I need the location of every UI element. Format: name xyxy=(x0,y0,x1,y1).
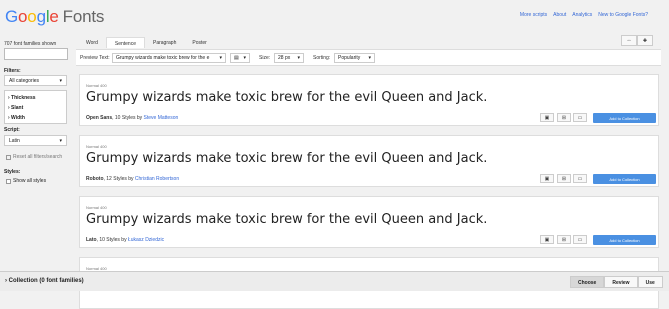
show-all-checkbox[interactable] xyxy=(6,178,11,184)
logo-letter: G xyxy=(5,7,19,26)
collection-steps: Choose Review Use xyxy=(570,276,663,288)
filter-thickness[interactable]: › Thickness xyxy=(8,93,63,103)
font-card: Normal 400 Grumpy wizards make toxic bre… xyxy=(79,74,659,126)
font-sample-text: Grumpy wizards make toxic brew for the e… xyxy=(86,151,488,166)
link-more-scripts[interactable]: More scripts xyxy=(520,12,547,18)
pop-out-icon[interactable]: ⊞ xyxy=(557,113,571,122)
size-select[interactable]: 28 px ▾ xyxy=(274,53,304,63)
font-name: Open Sans xyxy=(86,115,113,121)
logo-letter: e xyxy=(49,7,59,26)
chevron-down-icon: ▾ xyxy=(219,55,222,61)
sorting-value: Popularity xyxy=(338,55,361,61)
font-count: 707 font families shown xyxy=(4,41,57,47)
test-drive-icon[interactable]: ▭ xyxy=(573,235,587,244)
size-value: 28 px xyxy=(278,55,291,61)
link-about[interactable]: About xyxy=(553,12,566,18)
search-input[interactable] xyxy=(4,48,68,60)
sorting-label: Sorting: xyxy=(313,55,331,61)
reset-label: Reset all filters/search xyxy=(13,154,63,160)
font-style-label: Normal 400 xyxy=(86,144,107,149)
choose-button[interactable]: Choose xyxy=(570,276,605,288)
tab-paragraph[interactable]: Paragraph xyxy=(145,37,184,48)
logo-letter: o xyxy=(18,7,28,26)
font-styles-count: , 12 Styles by xyxy=(103,176,135,182)
reset-filters[interactable]: Reset all filters/search xyxy=(6,154,62,160)
category-select[interactable]: All categories ▾ xyxy=(4,75,67,86)
chevron-down-icon: ▾ xyxy=(59,137,62,144)
font-styles-count: , 10 Styles by xyxy=(96,237,128,243)
link-analytics[interactable]: Analytics xyxy=(572,12,592,18)
plus-icon[interactable]: ✚ xyxy=(637,35,653,46)
font-styles-count: , 10 Styles by xyxy=(112,115,144,121)
font-author-link[interactable]: Łukasz Dziedzic xyxy=(128,237,164,243)
tab-poster[interactable]: Poster xyxy=(184,37,214,48)
script-select[interactable]: Latin ▾ xyxy=(4,135,67,146)
font-meta: Open Sans, 10 Styles by Steve Matteson xyxy=(86,115,178,121)
script-value: Latin xyxy=(9,137,20,144)
font-card: Normal 400 Grumpy wizards make toxic bre… xyxy=(79,196,659,248)
compare-icon[interactable]: ◦◦ xyxy=(621,35,637,46)
add-to-collection-button[interactable]: Add to Collection xyxy=(593,235,656,245)
font-style-label: Normal 400 xyxy=(86,83,107,88)
test-drive-icon[interactable]: ▭ xyxy=(573,113,587,122)
preview-toolbar: Preview Text: Grumpy wizards make toxic … xyxy=(76,49,661,66)
add-to-collection-button[interactable]: Add to Collection xyxy=(593,113,656,123)
pop-out-icon[interactable]: ⊞ xyxy=(557,235,571,244)
filter-options: › Thickness › Slant › Width xyxy=(4,90,67,124)
quick-use-icon[interactable]: ▣ xyxy=(540,174,554,183)
font-name: Roboto xyxy=(86,176,104,182)
font-meta: Roboto, 12 Styles by Christian Robertson xyxy=(86,176,179,182)
collection-toggle[interactable]: › Collection (0 font families) xyxy=(5,278,84,284)
chevron-down-icon: ▾ xyxy=(243,55,246,61)
chevron-down-icon: ▾ xyxy=(297,55,300,61)
preview-text-label: Preview Text: xyxy=(80,55,110,61)
font-meta: Lato, 10 Styles by Łukasz Dziedzic xyxy=(86,237,164,243)
filter-slant[interactable]: › Slant xyxy=(8,103,63,113)
review-button[interactable]: Review xyxy=(604,276,638,288)
logo-letter: g xyxy=(36,7,46,26)
chevron-down-icon: ▾ xyxy=(368,55,371,61)
preview-text-select[interactable]: Grumpy wizards make toxic brew for the e… xyxy=(112,53,226,63)
font-author-link[interactable]: Christian Robertson xyxy=(135,176,179,182)
preview-tabs: Word Sentence Paragraph Poster xyxy=(78,37,215,48)
test-drive-icon[interactable]: ▭ xyxy=(573,174,587,183)
google-fonts-logo[interactable]: Google Fonts xyxy=(5,7,104,27)
font-sample-text: Grumpy wizards make toxic brew for the e… xyxy=(86,212,488,227)
logo-fonts-text: Fonts xyxy=(62,7,105,26)
header: Google Fonts More scripts About Analytics… xyxy=(0,0,669,30)
text-layout-icon: ▤ xyxy=(234,55,239,61)
font-name: Lato xyxy=(86,237,97,243)
pop-out-icon[interactable]: ⊞ xyxy=(557,174,571,183)
top-links: More scripts About Analytics New to Goog… xyxy=(520,12,648,18)
font-author-link[interactable]: Steve Matteson xyxy=(144,115,179,121)
logo-letter: o xyxy=(27,7,37,26)
script-heading: Script: xyxy=(4,127,20,133)
size-label: Size: xyxy=(259,55,271,61)
tab-word[interactable]: Word xyxy=(78,37,106,48)
collection-footer: › Collection (0 font families) Choose Re… xyxy=(0,271,669,291)
font-sample-text: Grumpy wizards make toxic brew for the e… xyxy=(86,90,488,105)
view-buttons: ◦◦ ✚ xyxy=(621,35,653,46)
text-layout-select[interactable]: ▤ ▾ xyxy=(230,53,250,63)
font-style-label: Normal 400 xyxy=(86,205,107,210)
sorting-select[interactable]: Popularity ▾ xyxy=(334,53,375,63)
use-button[interactable]: Use xyxy=(637,276,663,288)
font-card: Normal 400 Grumpy wizards make toxic bre… xyxy=(79,135,659,187)
filters-heading: Filters: xyxy=(4,68,21,74)
category-value: All categories xyxy=(9,77,40,84)
sidebar: 707 font families shown Filters: All cat… xyxy=(0,30,76,271)
chevron-down-icon: ▾ xyxy=(59,77,62,84)
filter-width[interactable]: › Width xyxy=(8,113,63,123)
tab-sentence[interactable]: Sentence xyxy=(105,37,145,48)
styles-heading: Styles: xyxy=(4,169,21,175)
preview-text-value: Grumpy wizards make toxic brew for the e xyxy=(116,55,210,61)
add-to-collection-button[interactable]: Add to Collection xyxy=(593,174,656,184)
show-all-label: Show all styles xyxy=(13,178,47,184)
quick-use-icon[interactable]: ▣ xyxy=(540,235,554,244)
link-new-to-google-fonts[interactable]: New to Google Fonts? xyxy=(598,12,648,18)
reset-checkbox-icon xyxy=(6,154,11,160)
show-all-styles[interactable]: Show all styles xyxy=(6,178,46,184)
quick-use-icon[interactable]: ▣ xyxy=(540,113,554,122)
